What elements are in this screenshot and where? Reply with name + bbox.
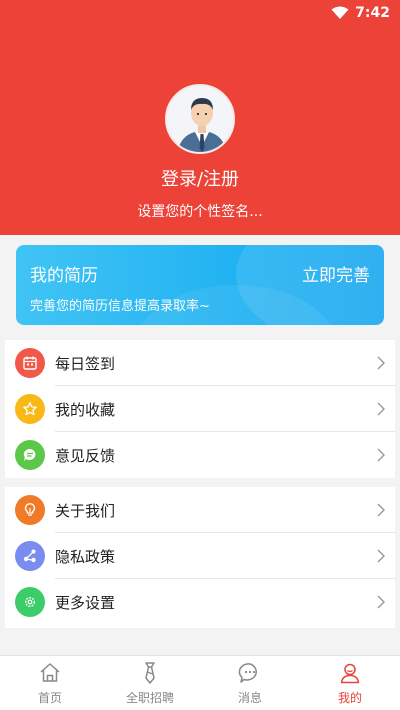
menu-item-label: 隐私政策 xyxy=(55,548,116,566)
menu-item-about-us[interactable]: 关于我们 xyxy=(5,487,395,533)
signature-text[interactable]: 设置您的个性签名... xyxy=(0,201,400,221)
complete-resume-button[interactable]: 立即完善 xyxy=(302,261,370,286)
bottom-tab-bar: 首页 全职招聘 消息 我的 xyxy=(0,655,400,710)
chevron-right-icon xyxy=(377,448,385,462)
menu-item-daily-checkin[interactable]: 每日签到 xyxy=(5,340,395,386)
resume-card-description: 完善您的简历信息提高录取率~ xyxy=(30,299,210,314)
status-time: 7:42 xyxy=(355,5,390,21)
gear-icon xyxy=(15,587,45,617)
message-icon xyxy=(15,440,45,470)
tab-label: 首页 xyxy=(37,691,62,705)
calendar-icon xyxy=(15,348,45,378)
menu-group-secondary: 关于我们 隐私政策 更多设置 xyxy=(5,487,395,628)
share-icon xyxy=(15,541,45,571)
tab-home[interactable]: 首页 xyxy=(0,656,100,710)
tab-mine[interactable]: 我的 xyxy=(300,656,400,710)
chevron-right-icon xyxy=(377,549,385,563)
tab-label: 我的 xyxy=(337,691,362,705)
menu-item-label: 我的收藏 xyxy=(55,401,116,419)
status-bar: 7:42 xyxy=(331,4,390,22)
menu-group-primary: 每日签到 我的收藏 意见反馈 xyxy=(5,340,395,478)
profile-header: 7:42 登录/注册 设置您的个性签名... xyxy=(0,0,400,235)
resume-card[interactable]: 我的简历 立即完善 完善您的简历信息提高录取率~ xyxy=(16,245,384,325)
menu-item-label: 更多设置 xyxy=(55,594,116,612)
menu-item-my-favorites[interactable]: 我的收藏 xyxy=(5,386,395,432)
tab-fulltime-jobs[interactable]: 全职招聘 xyxy=(100,656,200,710)
tab-messages[interactable]: 消息 xyxy=(200,656,300,710)
tab-label: 消息 xyxy=(237,691,262,705)
menu-item-label: 意见反馈 xyxy=(55,447,116,465)
chevron-right-icon xyxy=(377,503,385,517)
avatar-person-icon xyxy=(167,86,233,152)
lightbulb-icon xyxy=(15,495,45,525)
avatar[interactable] xyxy=(165,84,235,154)
menu-item-label: 关于我们 xyxy=(55,502,116,520)
chevron-right-icon xyxy=(377,595,385,609)
menu-item-privacy-policy[interactable]: 隐私政策 xyxy=(5,533,395,579)
resume-card-title: 我的简历 xyxy=(30,266,98,286)
menu-item-label: 每日签到 xyxy=(55,355,116,373)
user-icon xyxy=(340,663,360,684)
chevron-right-icon xyxy=(377,356,385,370)
chevron-right-icon xyxy=(377,402,385,416)
home-icon xyxy=(40,663,60,682)
chat-icon xyxy=(238,663,257,683)
wifi-icon xyxy=(331,6,349,19)
tie-icon xyxy=(145,662,155,684)
login-register-link[interactable]: 登录/注册 xyxy=(0,165,400,191)
menu-item-more-settings[interactable]: 更多设置 xyxy=(5,579,395,625)
star-icon xyxy=(15,394,45,424)
tab-label: 全职招聘 xyxy=(125,691,174,705)
menu-item-feedback[interactable]: 意见反馈 xyxy=(5,432,395,478)
